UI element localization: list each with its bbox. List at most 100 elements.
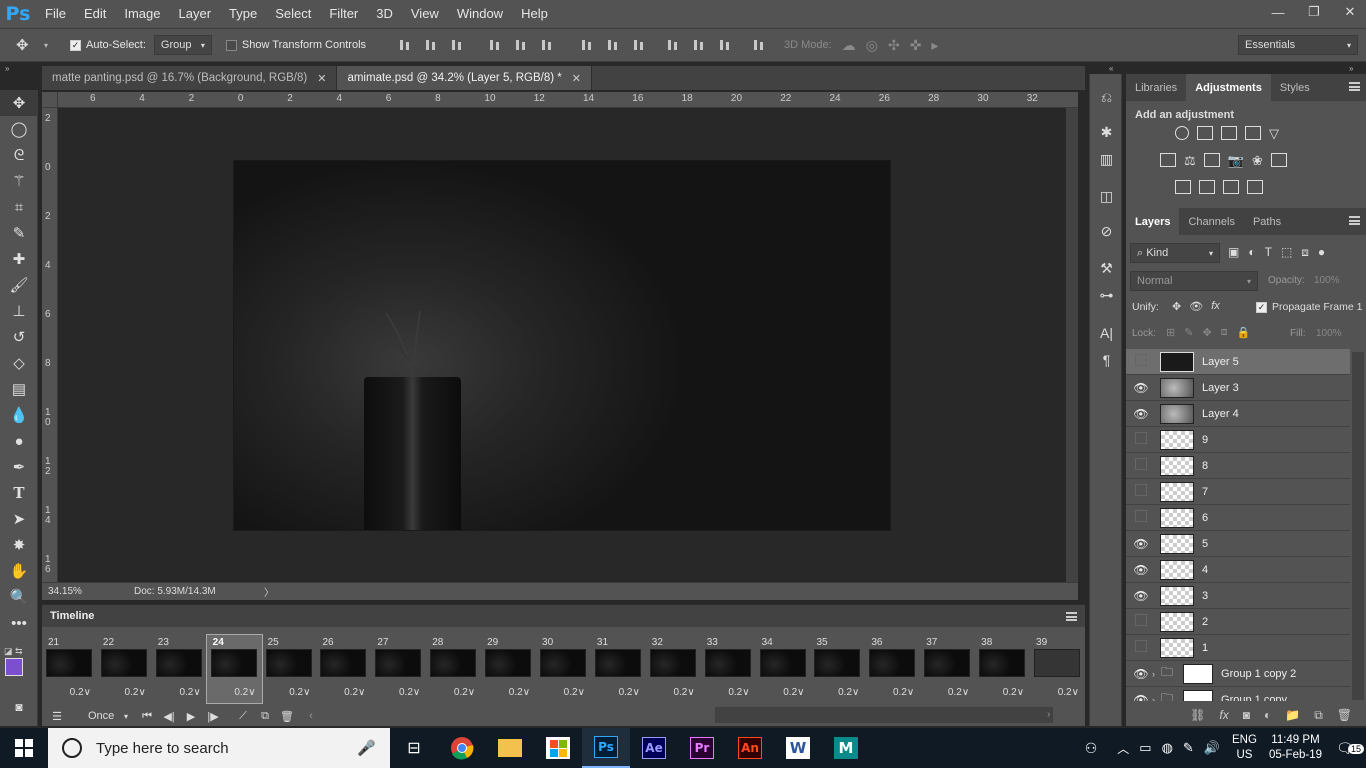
timeline-frame[interactable]: 33 0.2∨ (701, 635, 756, 703)
brush-tool-icon[interactable]: 🖌 (0, 272, 38, 298)
timeline-frame[interactable]: 25 0.2∨ (262, 635, 317, 703)
layer-row[interactable]: 👁 4 (1126, 557, 1350, 583)
frame-delay[interactable]: 0.2∨ (454, 687, 475, 698)
menu-type[interactable]: Type (220, 0, 266, 28)
battery-icon[interactable]: ▭ (1139, 740, 1151, 756)
properties-panel-icon[interactable]: ◫ (1090, 183, 1123, 210)
restore-button[interactable]: ❐ (1298, 0, 1330, 24)
tween-icon[interactable]: ⟋ (232, 710, 254, 723)
lock-artboard-icon[interactable]: ⧈ (1221, 326, 1228, 339)
timeline-frame[interactable]: 28 0.2∨ (426, 635, 481, 703)
filter-shape-icon[interactable]: ⬚ (1281, 245, 1292, 260)
move-tool-icon[interactable]: ✥ (0, 90, 38, 116)
tab-channels[interactable]: Channels (1179, 208, 1243, 235)
eyedropper-tool-icon[interactable]: ✎ (0, 220, 38, 246)
network-icon[interactable]: ◍ (1162, 740, 1173, 756)
first-frame-icon[interactable]: ⏮ (136, 710, 158, 723)
timeline-frame[interactable]: 22 0.2∨ (97, 635, 152, 703)
adjustment-layer-icon[interactable]: ◐ (1264, 708, 1271, 722)
color-balance-icon[interactable]: ⚖ (1184, 153, 1196, 169)
history-panel-icon[interactable]: ⎌ (1090, 84, 1123, 111)
layer-row[interactable]: 6 (1126, 505, 1350, 531)
black-white-icon[interactable] (1203, 153, 1220, 167)
doc-tab-matte-panting[interactable]: matte panting.psd @ 16.7% (Background, R… (42, 66, 338, 90)
scroll-right-icon[interactable]: › (1047, 709, 1050, 720)
opacity-value[interactable]: 100% (1314, 275, 1340, 286)
show-transform-checkbox[interactable]: Show Transform Controls (225, 39, 366, 51)
new-layer-icon[interactable]: ⧉ (1314, 708, 1323, 723)
convert-timeline-icon[interactable]: ☰ (46, 710, 68, 723)
gradient-tool-icon[interactable]: ▤ (0, 376, 38, 402)
threshold-icon[interactable] (1223, 180, 1239, 194)
visibility-eye-icon[interactable] (1126, 510, 1156, 525)
frame-delay[interactable]: 0.2∨ (509, 687, 530, 698)
lock-position-icon[interactable]: ✥ (1202, 326, 1211, 339)
word-app-icon[interactable]: W (774, 728, 822, 768)
doc-tab-amimate[interactable]: amimate.psd @ 34.2% (Layer 5, RGB/8) * ✕ (337, 66, 592, 90)
task-view-icon[interactable]: ⊟ (390, 728, 438, 768)
align-hcenter-icon[interactable] (514, 38, 528, 52)
blur-tool-icon[interactable]: 💧 (0, 402, 38, 428)
foreground-color-swatch[interactable] (5, 658, 23, 676)
distribute-hcenter-icon[interactable] (692, 38, 706, 52)
default-colors-icon[interactable]: ◪ ⇆ (4, 646, 23, 657)
panel-menu-icon[interactable] (1349, 216, 1360, 225)
layer-row[interactable]: 7 (1126, 479, 1350, 505)
character-panel-icon[interactable]: A| (1090, 319, 1123, 346)
levels-icon[interactable] (1197, 126, 1213, 140)
visibility-eye-icon[interactable]: 👁 (1126, 381, 1156, 395)
show-hidden-icons-chevron-icon[interactable]: ︿ (1117, 740, 1129, 757)
auto-align-icon[interactable] (752, 38, 766, 52)
store-app-icon[interactable] (534, 728, 582, 768)
frame-delay[interactable]: 0.2∨ (234, 687, 255, 698)
distribute-left-icon[interactable] (666, 38, 680, 52)
layer-row[interactable]: 👁 Layer 4 (1126, 401, 1350, 427)
pen-tool-icon[interactable]: ✒ (0, 454, 38, 480)
status-menu-icon[interactable]: 〉 (264, 584, 274, 599)
3d-pan-icon[interactable]: ✣ (888, 37, 900, 54)
visibility-eye-icon[interactable] (1126, 354, 1156, 369)
gradient-triangle-icon[interactable]: ▽ (1269, 126, 1279, 142)
timeline-scrollbar[interactable] (715, 707, 1053, 723)
zoom-level[interactable]: 34.15% (42, 586, 92, 597)
layer-row[interactable]: 8 (1126, 453, 1350, 479)
visibility-eye-icon[interactable] (1126, 484, 1156, 499)
propagate-frame-checkbox[interactable]: ✓ Propagate Frame 1 (1256, 301, 1362, 313)
frame-delay[interactable]: 0.2∨ (893, 687, 914, 698)
frame-delay[interactable]: 0.2∨ (728, 687, 749, 698)
menu-select[interactable]: Select (266, 0, 320, 28)
timeline-frame[interactable]: 38 0.2∨ (975, 635, 1030, 703)
auto-select-dropdown[interactable]: Group ▾ (153, 35, 212, 55)
layer-style-icon[interactable]: fx (1219, 708, 1228, 722)
filter-pixel-icon[interactable]: ▣ (1228, 245, 1239, 260)
photoshop-app-icon[interactable]: Ps (582, 728, 630, 768)
microphone-icon[interactable]: 🎤 (357, 739, 376, 757)
tab-paths[interactable]: Paths (1244, 208, 1290, 235)
tab-styles[interactable]: Styles (1271, 74, 1319, 101)
chevron-down-icon[interactable]: ▾ (124, 712, 128, 721)
collapse-toolbar-icon[interactable]: » (5, 64, 9, 73)
tab-libraries[interactable]: Libraries (1126, 74, 1186, 101)
frame-delay[interactable]: 0.2∨ (289, 687, 310, 698)
tab-layers[interactable]: Layers (1126, 208, 1180, 235)
3d-roll-icon[interactable]: ◎ (866, 37, 878, 54)
menu-filter[interactable]: Filter (320, 0, 367, 28)
timeline-frame[interactable]: 39 0.2∨ (1030, 635, 1085, 703)
frame-delay[interactable]: 0.2∨ (838, 687, 859, 698)
gradient-map-icon[interactable] (1247, 180, 1263, 194)
close-tab-icon[interactable]: ✕ (317, 72, 326, 85)
timeline-frame[interactable]: 34 0.2∨ (756, 635, 811, 703)
minimize-button[interactable]: — (1262, 0, 1294, 24)
photo-filter-icon[interactable]: 📷 (1228, 153, 1244, 169)
dodge-tool-icon[interactable]: ● (0, 428, 38, 454)
unify-visibility-icon[interactable]: 👁 (1189, 300, 1203, 313)
frame-delay[interactable]: 0.2∨ (1058, 687, 1079, 698)
expand-arrow-icon[interactable]: › (1152, 695, 1155, 702)
new-group-icon[interactable]: 📁 (1285, 708, 1300, 722)
chrome-app-icon[interactable] (438, 728, 486, 768)
marquee-tool-icon[interactable]: ◯ (0, 116, 38, 142)
after-effects-app-icon[interactable]: Ae (630, 728, 678, 768)
layer-row[interactable]: 👁 Layer 3 (1126, 375, 1350, 401)
lock-all-icon[interactable]: 🔒 (1237, 326, 1251, 339)
unify-style-icon[interactable]: fx (1211, 300, 1220, 313)
